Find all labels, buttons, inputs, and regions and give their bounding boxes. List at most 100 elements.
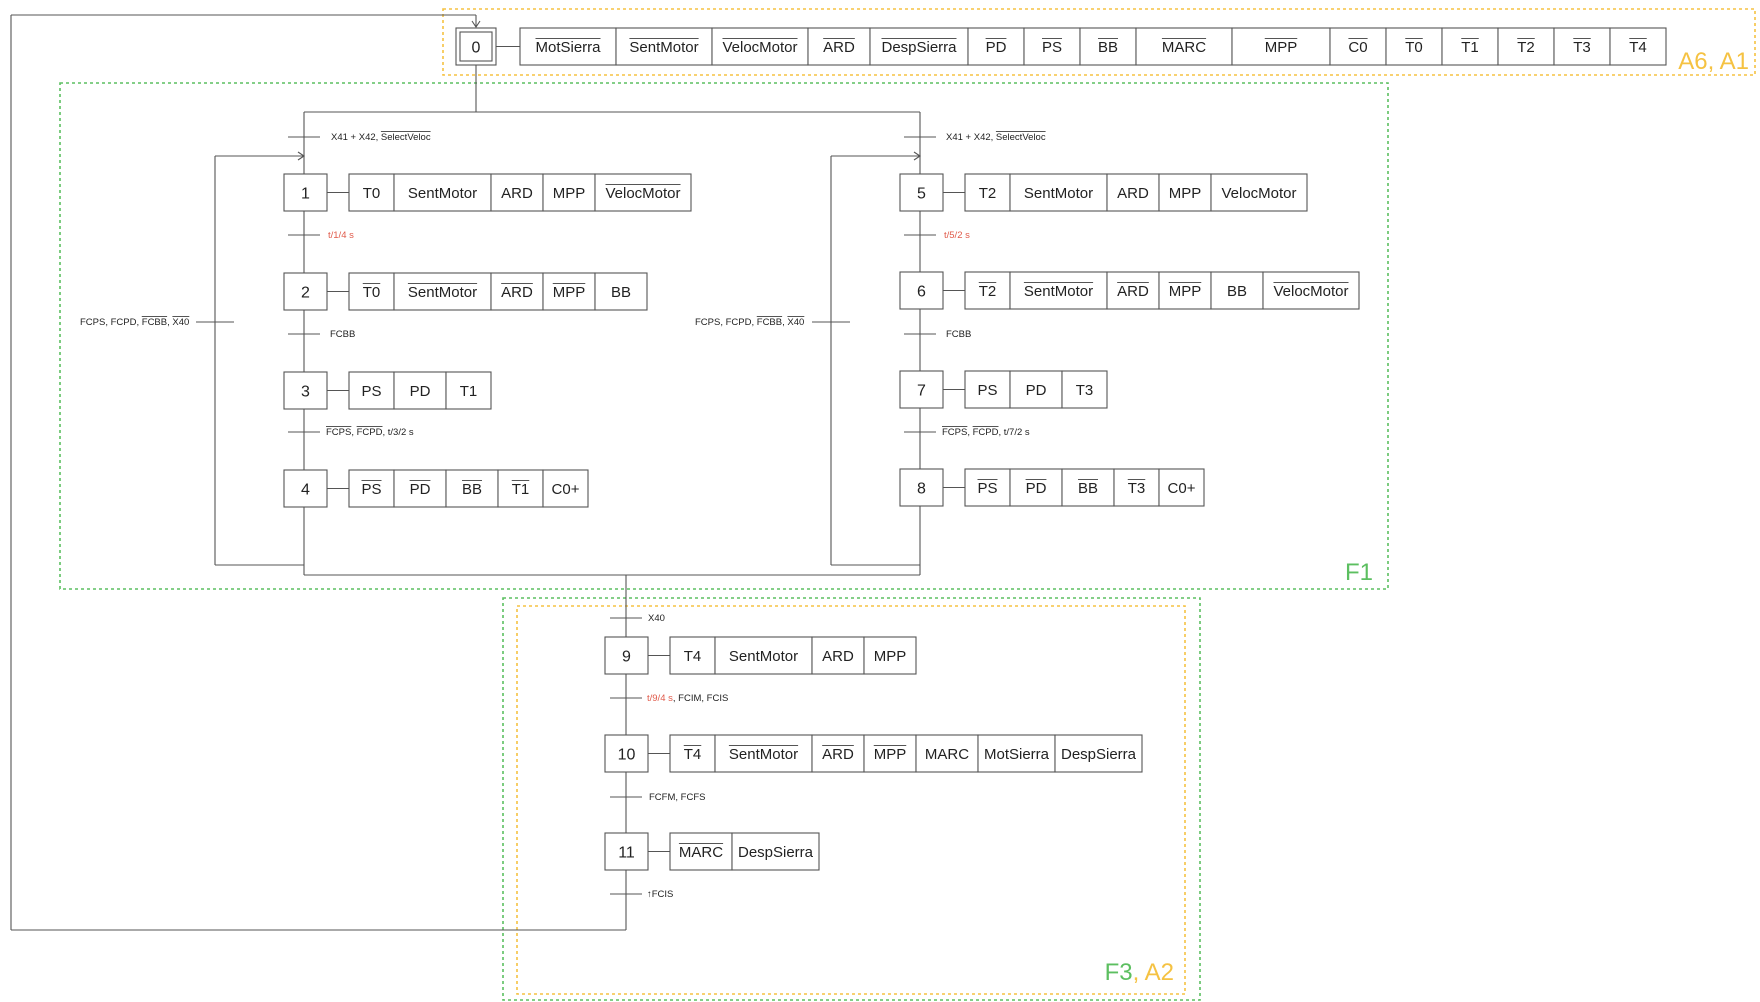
action-mpp: MPP — [1231, 27, 1331, 66]
action-label: SentMotor — [629, 39, 698, 56]
zone-label-a6-a1: A6, A1 — [1678, 48, 1749, 75]
step-number: 0 — [472, 40, 481, 57]
action-t4: T4 — [1609, 27, 1667, 66]
action-t1: T1 — [445, 371, 492, 410]
action-label: ARD — [822, 746, 854, 763]
transition-t10-11: FCFM, FCFS — [649, 792, 705, 803]
action-label: C0 — [1348, 39, 1367, 56]
transition-term: t/9/4 s — [647, 693, 673, 704]
action-label: BB — [1098, 39, 1118, 56]
transition-t9-10: t/9/4 s, FCIM, FCIS — [647, 693, 728, 704]
action-label: MARC — [679, 844, 723, 861]
transition-term: FCFM, FCFS — [649, 792, 705, 803]
action-velocmotor: VelocMotor — [594, 173, 692, 212]
action-label: MPP — [1169, 185, 1202, 202]
action-label: MPP — [1169, 283, 1202, 300]
action-mpp: MPP — [542, 173, 596, 212]
action-ps: PS — [348, 371, 395, 410]
transition-term: , FCIM, FCIS — [673, 693, 728, 704]
action-marc: MARC — [1135, 27, 1233, 66]
action-t1: T1 — [497, 469, 544, 508]
action-label: VelocMotor — [1273, 283, 1348, 300]
action-mpp: MPP — [1158, 271, 1212, 310]
action-label: MARC — [1162, 39, 1206, 56]
action-ard: ARD — [490, 173, 544, 212]
action-ps: PS — [1023, 27, 1081, 66]
action-marc: MARC — [915, 734, 979, 773]
transition-loop-left: FCPS, FCPD, FCBB, X40 — [80, 317, 189, 328]
action-sentmotor: SentMotor — [714, 734, 813, 773]
step-3: 3 PS PD T1 — [283, 371, 492, 410]
action-label: T2 — [979, 185, 997, 202]
action-label: PS — [977, 382, 997, 399]
transition-term: FCBB — [142, 317, 167, 328]
action-label: MotSierra — [984, 746, 1050, 763]
zone-f1 — [59, 82, 1389, 590]
action-bb: BB — [1210, 271, 1264, 310]
transition-t7-8: FCPS, FCPD, t/7/2 s — [942, 427, 1030, 438]
action-ps: PS — [348, 469, 395, 508]
transition-t3-4: FCPS, FCPD, t/3/2 s — [326, 427, 414, 438]
action-label: DespSierra — [881, 39, 957, 56]
step-4: 4 PS PD BB T1 C0+ — [283, 469, 589, 508]
action-mpp: MPP — [863, 734, 917, 773]
zone-label-f3-a2: F3, A2 — [1105, 959, 1174, 986]
transition-term: , t/3/2 s — [383, 427, 414, 438]
action-c0-: C0+ — [1158, 468, 1205, 507]
action-label: ARD — [1117, 283, 1149, 300]
action-pd: PD — [1009, 370, 1063, 409]
action-label: ARD — [1117, 185, 1149, 202]
action-label: DespSierra — [1061, 746, 1137, 763]
action-label: SentMotor — [408, 185, 477, 202]
action-label: PD — [1026, 382, 1047, 399]
action-t3: T3 — [1553, 27, 1611, 66]
action-label: VelocMotor — [1221, 185, 1296, 202]
action-label: PS — [1042, 39, 1062, 56]
action-velocmotor: VelocMotor — [1262, 271, 1360, 310]
action-marc: MARC — [669, 832, 733, 871]
step-number: 4 — [301, 482, 310, 499]
step-number: 10 — [618, 747, 636, 764]
transition-to5: X41 + X42, SelectVeloc — [946, 132, 1046, 143]
action-label: T3 — [1076, 382, 1094, 399]
action-pd: PD — [967, 27, 1025, 66]
action-label: VelocMotor — [605, 185, 680, 202]
action-label: SentMotor — [408, 284, 477, 301]
action-label: PD — [410, 383, 431, 400]
action-mpp: MPP — [542, 272, 596, 311]
action-despsierra: DespSierra — [731, 832, 820, 871]
action-label: SentMotor — [729, 648, 798, 665]
action-label: MPP — [874, 648, 907, 665]
action-sentmotor: SentMotor — [1009, 173, 1108, 212]
action-t2: T2 — [1497, 27, 1555, 66]
action-t1: T1 — [1441, 27, 1499, 66]
zone-label-a2: A2 — [1145, 959, 1174, 986]
action-velocmotor: VelocMotor — [711, 27, 809, 66]
action-ard: ARD — [807, 27, 871, 66]
transition-term: X40 — [172, 317, 189, 328]
action-label: BB — [462, 481, 482, 498]
transition-t5-6: t/5/2 s — [944, 230, 970, 241]
step-6: 6 T2 SentMotor ARD MPP BB VelocMotor — [899, 271, 1360, 310]
action-label: ARD — [823, 39, 855, 56]
transition-term: FCPS — [942, 427, 967, 438]
step-number: 5 — [917, 186, 926, 203]
action-mpp: MPP — [1158, 173, 1212, 212]
action-label: T3 — [1573, 39, 1591, 56]
zone-label-separator: , — [1133, 959, 1145, 986]
action-pd: PD — [393, 469, 447, 508]
action-sentmotor: SentMotor — [615, 27, 713, 66]
action-pd: PD — [393, 371, 447, 410]
action-c0-: C0+ — [542, 469, 589, 508]
step-2: 2 T0 SentMotor ARD MPP BB — [283, 272, 648, 311]
action-label: SentMotor — [1024, 185, 1093, 202]
action-t4: T4 — [669, 636, 716, 675]
action-label: C0+ — [1168, 480, 1196, 497]
action-label: T3 — [1128, 480, 1146, 497]
action-mpp: MPP — [863, 636, 917, 675]
action-label: T1 — [1461, 39, 1479, 56]
step-5: 5 T2 SentMotor ARD MPP VelocMotor — [899, 173, 1308, 212]
transition-term: FCPS, FCPD, — [695, 317, 757, 328]
transition-term: X41 + X42, — [331, 132, 381, 143]
action-t2: T2 — [964, 271, 1011, 310]
